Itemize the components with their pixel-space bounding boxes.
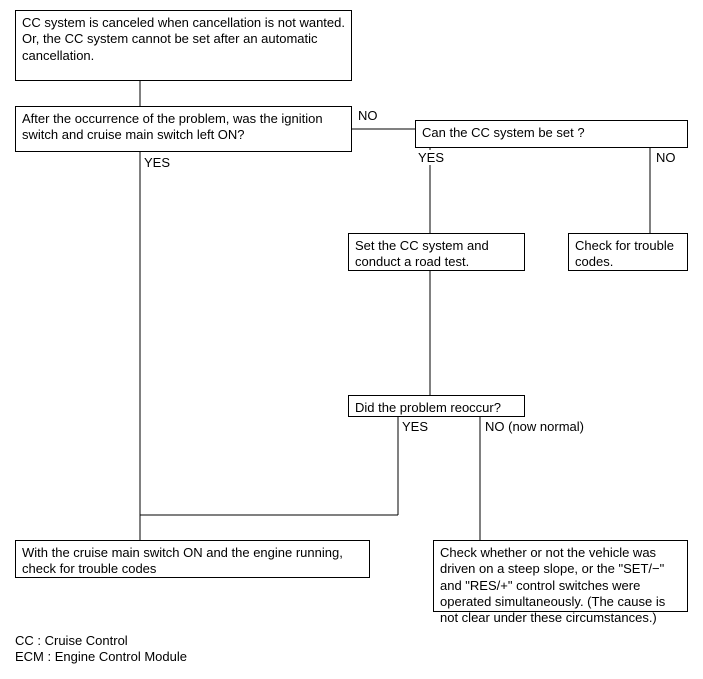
- node-action2-text: Check whether or not the vehicle was dri…: [440, 545, 665, 625]
- node-q3-text: Did the problem reoccur?: [355, 400, 501, 415]
- node-q1-text: After the occurrence of the problem, was…: [22, 111, 323, 142]
- edge-q2-yes-label: YES: [418, 150, 444, 165]
- node-q2: Can the CC system be set ?: [415, 120, 688, 148]
- node-action2: Check whether or not the vehicle was dri…: [433, 540, 688, 612]
- edge-q1-yes-label: YES: [144, 155, 170, 170]
- flowchart-canvas: CC system is canceled when cancellation …: [0, 0, 703, 679]
- node-q3: Did the problem reoccur?: [348, 395, 525, 417]
- node-step1-text: Set the CC system and conduct a road tes…: [355, 238, 489, 269]
- node-action1: With the cruise main switch ON and the e…: [15, 540, 370, 578]
- node-check1: Check for trouble codes.: [568, 233, 688, 271]
- edge-q2-no-label: NO: [656, 150, 676, 165]
- node-step1: Set the CC system and conduct a road tes…: [348, 233, 525, 271]
- node-action1-text: With the cruise main switch ON and the e…: [22, 545, 343, 576]
- node-q2-text: Can the CC system be set ?: [422, 125, 585, 140]
- node-check1-text: Check for trouble codes.: [575, 238, 674, 269]
- node-q1: After the occurrence of the problem, was…: [15, 106, 352, 152]
- legend-line-1: CC : Cruise Control: [15, 633, 128, 648]
- node-start: CC system is canceled when cancellation …: [15, 10, 352, 81]
- edge-q1-no-label: NO: [358, 108, 378, 123]
- edge-q3-no-label: NO (now normal): [485, 419, 584, 434]
- legend-line-2: ECM : Engine Control Module: [15, 649, 187, 664]
- node-start-text: CC system is canceled when cancellation …: [22, 15, 345, 63]
- edge-q3-yes-label: YES: [402, 419, 428, 434]
